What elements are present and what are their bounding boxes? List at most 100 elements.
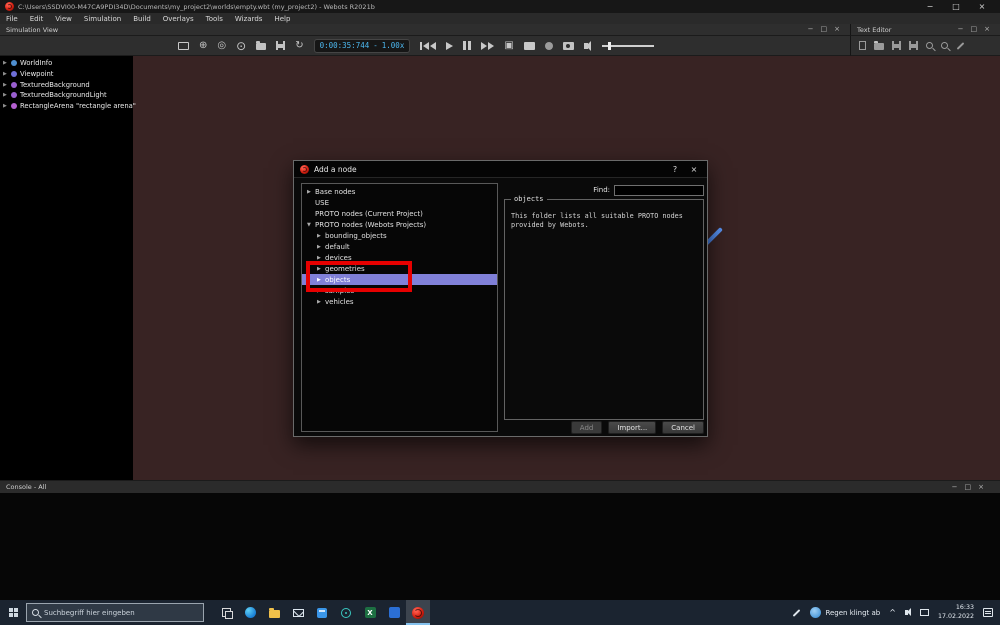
menu-wizards[interactable]: Wizards [229, 13, 269, 24]
play-icon[interactable] [446, 42, 453, 50]
taskbar-icon-mail[interactable] [286, 600, 310, 625]
volume-slider-handle[interactable] [608, 42, 611, 50]
task-view-button[interactable] [214, 600, 238, 625]
dialog-help-icon[interactable]: ? [668, 165, 682, 174]
chevron-right-icon[interactable]: ▶ [3, 82, 8, 88]
add-button[interactable]: Add [571, 421, 603, 434]
taskbar-clock[interactable]: 16:33 17.02.2022 [938, 604, 974, 620]
screenshot-icon[interactable] [563, 42, 574, 50]
node-category-tree: ▶ Base nodes USE PROTO nodes (Current Pr… [301, 183, 498, 432]
menu-file[interactable]: File [0, 13, 24, 24]
taskbar-icon-store[interactable] [310, 600, 334, 625]
volume-slider[interactable] [602, 45, 654, 47]
taskbar-icon-excel[interactable] [358, 600, 382, 625]
console-output[interactable] [0, 493, 1000, 600]
dock-minimize-icon[interactable]: − [808, 26, 814, 33]
windows-taskbar: Regen klingt ab ^ 16:33 17.02.2022 [0, 600, 1000, 625]
volume-tray-icon[interactable] [905, 610, 908, 615]
tree-item-base-nodes[interactable]: ▶ Base nodes [302, 186, 497, 197]
dock-close-icon[interactable]: × [834, 26, 840, 33]
chevron-down-icon[interactable]: ▼ [307, 222, 312, 228]
open-file-icon[interactable] [874, 43, 884, 50]
start-button[interactable] [0, 600, 26, 625]
new-file-icon[interactable] [859, 41, 866, 50]
tree-item-label: Base nodes [315, 188, 355, 196]
tree-item-proto-current[interactable]: PROTO nodes (Current Project) [302, 208, 497, 219]
scene-tree-item-texturedbackgroundlight[interactable]: ▶ TexturedBackgroundLight [0, 90, 133, 101]
dock-float-icon[interactable]: □ [965, 484, 972, 491]
dialog-close-icon[interactable]: × [687, 165, 701, 174]
scene-tree-item-texturedbackground[interactable]: ▶ TexturedBackground [0, 79, 133, 90]
chevron-right-icon[interactable]: ▶ [317, 233, 322, 239]
chevron-right-icon[interactable]: ▶ [3, 92, 8, 98]
tree-item-proto-webots[interactable]: ▼ PROTO nodes (Webots Projects) [302, 219, 497, 230]
menu-tools[interactable]: Tools [200, 13, 229, 24]
save-file-icon[interactable] [892, 41, 901, 50]
pen-tray-icon[interactable] [793, 609, 801, 617]
taskbar-icon-app[interactable] [334, 600, 358, 625]
add-node-icon[interactable]: ⊕ [199, 41, 207, 51]
maximize-icon[interactable]: □ [943, 0, 969, 13]
tree-item-bounding-objects[interactable]: ▶ bounding_objects [302, 230, 497, 241]
rendering-mode-icon[interactable]: ▣ [504, 41, 513, 51]
menu-edit[interactable]: Edit [24, 13, 50, 24]
fast-forward-icon[interactable] [481, 42, 494, 50]
dock-minimize-icon[interactable]: − [952, 484, 958, 491]
clock-time: 16:33 [956, 604, 974, 612]
taskbar-icon-explorer[interactable] [262, 600, 286, 625]
scene-tree-item-worldinfo[interactable]: ▶ WorldInfo [0, 58, 133, 69]
chevron-right-icon[interactable]: ▶ [3, 71, 8, 77]
hide-scene-tree-icon[interactable] [178, 42, 189, 50]
tray-expand-icon[interactable]: ^ [889, 609, 896, 617]
world-view-icon[interactable]: ◎ [217, 41, 226, 51]
tree-item-use[interactable]: USE [302, 197, 497, 208]
display-tray-icon[interactable] [920, 609, 929, 616]
minimize-icon[interactable]: − [917, 0, 943, 13]
import-button[interactable]: Import... [608, 421, 656, 434]
reload-world-icon[interactable]: ↻ [295, 41, 303, 51]
taskbar-icon-blue-app[interactable] [382, 600, 406, 625]
menu-help[interactable]: Help [268, 13, 296, 24]
weather-widget[interactable]: Regen klingt ab [810, 607, 880, 618]
scene-tree-item-rectanglearena[interactable]: ▶ RectangleArena "rectangle arena" [0, 101, 133, 112]
menu-build[interactable]: Build [127, 13, 157, 24]
chevron-right-icon[interactable]: ▶ [307, 189, 312, 195]
scene-tree-item-viewpoint[interactable]: ▶ Viewpoint [0, 69, 133, 80]
search-input[interactable] [44, 609, 198, 617]
find-input[interactable] [614, 185, 704, 196]
chevron-right-icon[interactable]: ▶ [3, 60, 8, 66]
menu-view[interactable]: View [49, 13, 78, 24]
dock-close-icon[interactable]: × [984, 26, 990, 33]
tree-item-default[interactable]: ▶ default [302, 241, 497, 252]
open-world-icon[interactable] [256, 43, 266, 50]
notification-center-icon[interactable] [983, 608, 993, 617]
cancel-button[interactable]: Cancel [662, 421, 704, 434]
speaker-icon[interactable] [584, 43, 588, 49]
close-icon[interactable]: × [969, 0, 995, 13]
taskbar-icon-edge[interactable] [238, 600, 262, 625]
show-rendering-eye-icon[interactable]: ⊙ [236, 40, 246, 52]
tree-item-vehicles[interactable]: ▶ vehicles [302, 296, 497, 307]
dock-close-icon[interactable]: × [978, 484, 984, 491]
taskbar-search[interactable] [26, 603, 204, 622]
rewind-icon[interactable] [420, 42, 436, 50]
dock-float-icon[interactable]: □ [821, 26, 828, 33]
find-icon[interactable] [926, 42, 933, 49]
menu-simulation[interactable]: Simulation [78, 13, 127, 24]
chevron-right-icon[interactable]: ▶ [3, 103, 8, 109]
dock-minimize-icon[interactable]: − [958, 26, 964, 33]
replace-icon[interactable] [941, 42, 948, 49]
chevron-right-icon[interactable]: ▶ [317, 299, 322, 305]
save-as-icon[interactable] [909, 41, 918, 50]
fullscreen-icon[interactable] [524, 42, 535, 50]
chevron-right-icon[interactable]: ▶ [317, 244, 322, 250]
pause-icon[interactable] [463, 41, 471, 50]
menu-overlays[interactable]: Overlays [157, 13, 200, 24]
edit-icon[interactable] [957, 42, 965, 50]
chevron-right-icon[interactable]: ▶ [317, 255, 322, 261]
dialog-titlebar[interactable]: Add a node ? × [294, 161, 707, 178]
record-movie-icon[interactable] [545, 42, 553, 50]
taskbar-icon-webots-active[interactable] [406, 600, 430, 625]
save-world-icon[interactable] [276, 41, 285, 50]
dock-float-icon[interactable]: □ [971, 26, 978, 33]
